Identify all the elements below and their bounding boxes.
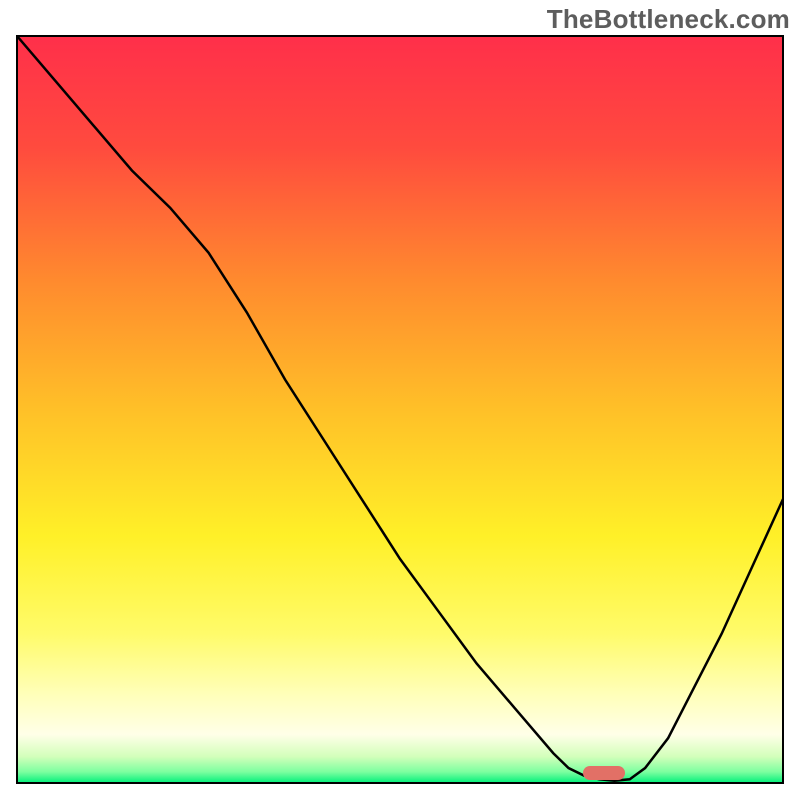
chart-svg [0, 0, 800, 800]
watermark-text: TheBottleneck.com [547, 4, 790, 35]
chart-stage: TheBottleneck.com [0, 0, 800, 800]
gradient-plot-area [17, 36, 783, 783]
